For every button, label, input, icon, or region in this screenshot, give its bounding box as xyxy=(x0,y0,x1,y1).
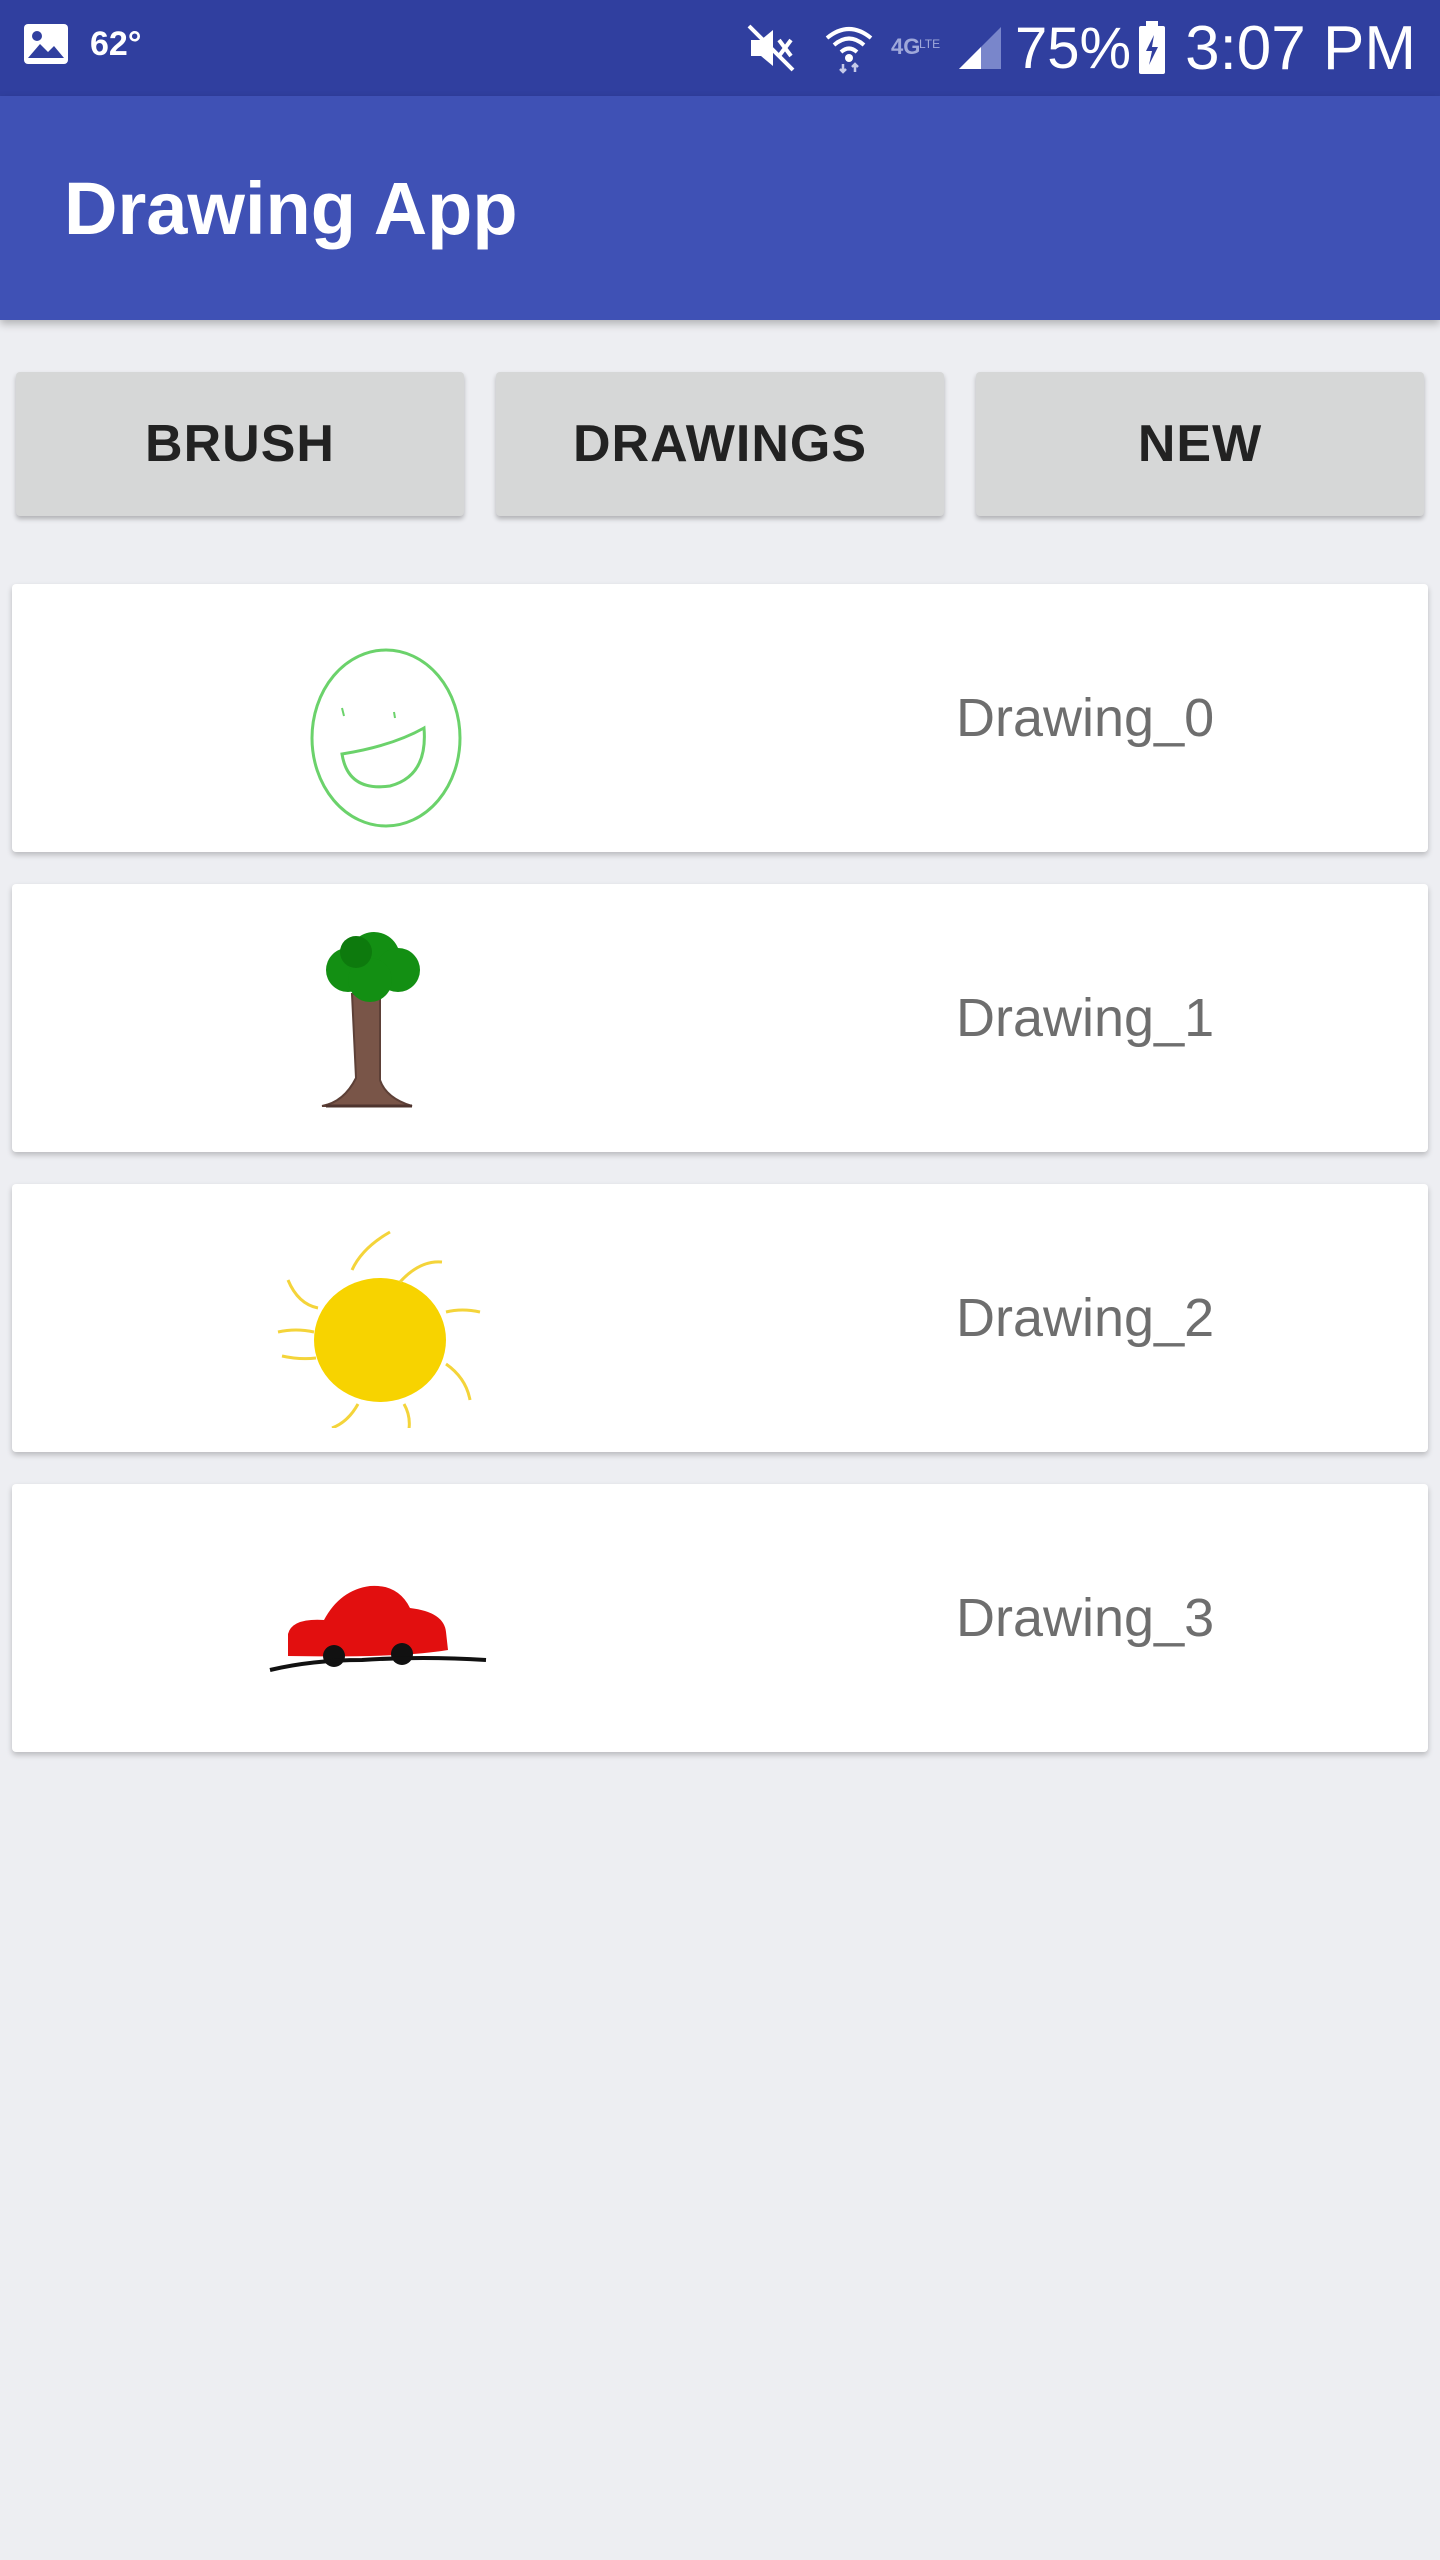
battery-icon xyxy=(1137,21,1167,75)
smiley-face-drawing xyxy=(252,608,512,828)
app-bar: Drawing App xyxy=(0,96,1440,320)
drawing-name: Drawing_0 xyxy=(956,688,1215,748)
new-button[interactable]: NEW xyxy=(976,372,1424,516)
tree-drawing xyxy=(252,908,512,1128)
app-title: Drawing App xyxy=(64,167,518,250)
4g-icon: 4G LTE xyxy=(889,28,945,68)
car-drawing xyxy=(252,1508,512,1728)
svg-text:4G: 4G xyxy=(891,34,920,59)
drawings-button[interactable]: DRAWINGS xyxy=(496,372,944,516)
list-item-drawing-2[interactable]: Drawing_2 xyxy=(12,1184,1428,1452)
drawing-name: Drawing_2 xyxy=(956,1288,1215,1348)
list-item-drawing-0[interactable]: Drawing_0 xyxy=(12,584,1428,852)
sun-drawing xyxy=(252,1208,512,1435)
wifi-icon xyxy=(823,22,875,74)
brush-button[interactable]: BRUSH xyxy=(16,372,464,516)
list-item-drawing-3[interactable]: Drawing_3 xyxy=(12,1484,1428,1752)
mute-icon xyxy=(745,22,797,74)
signal-icon xyxy=(955,23,1005,73)
clock-time: 3:07 PM xyxy=(1185,13,1416,83)
gallery-icon xyxy=(22,22,70,66)
temperature-text: 62° xyxy=(90,24,142,63)
drawing-name: Drawing_3 xyxy=(956,1588,1215,1648)
drawing-name: Drawing_1 xyxy=(956,988,1215,1048)
list-item-drawing-1[interactable]: Drawing_1 xyxy=(12,884,1428,1152)
svg-text:LTE: LTE xyxy=(919,37,940,51)
battery-percentage: 75% xyxy=(1015,15,1132,81)
status-bar: 62° 4G LTE 75% 3:07 PM xyxy=(0,0,1440,96)
